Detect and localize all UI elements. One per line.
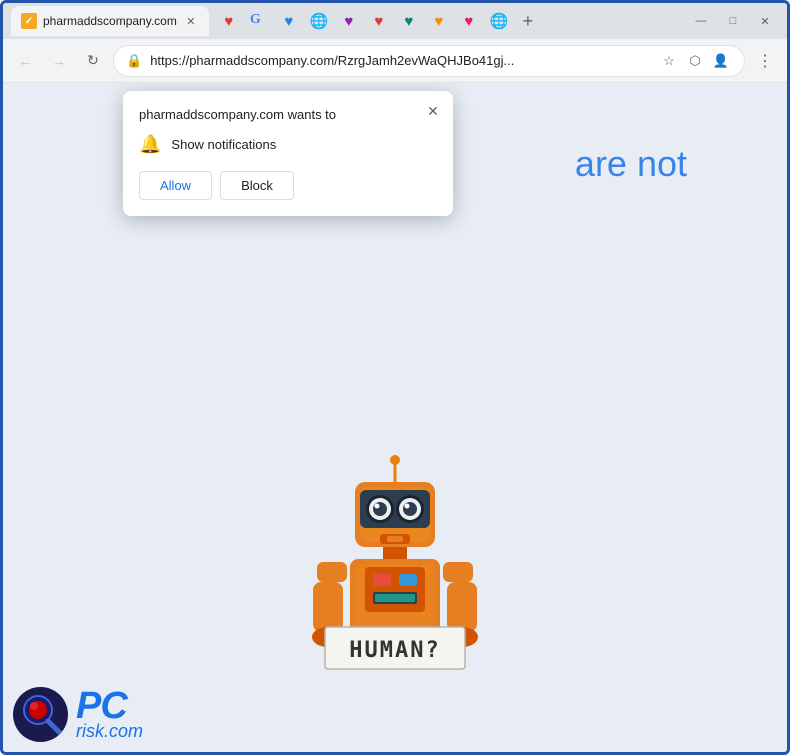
notification-label: Show notifications bbox=[171, 137, 276, 152]
pinned-tab-heart6[interactable]: ♥ bbox=[425, 7, 453, 35]
browser-window: pharmaddscompany.com ✕ ♥ G ♥ 🌐 ♥ ♥ ♥ ♥ ♥… bbox=[0, 0, 790, 755]
tab-bar: pharmaddscompany.com ✕ ♥ G ♥ 🌐 ♥ ♥ ♥ ♥ ♥… bbox=[11, 6, 675, 36]
toolbar-icons: ⋮ bbox=[751, 47, 779, 75]
page-visible-text: are not bbox=[575, 143, 687, 185]
close-button[interactable]: ✕ bbox=[751, 11, 779, 31]
pinned-tab-globe2[interactable]: 🌐 bbox=[485, 7, 513, 35]
tab-close-button[interactable]: ✕ bbox=[183, 13, 199, 29]
popup-buttons: Allow Block bbox=[139, 171, 437, 200]
tab-favicon bbox=[21, 13, 37, 29]
bookmark-icon[interactable]: ☆ bbox=[658, 50, 680, 72]
title-bar: pharmaddscompany.com ✕ ♥ G ♥ 🌐 ♥ ♥ ♥ ♥ ♥… bbox=[3, 3, 787, 39]
pinned-tab-heart3[interactable]: ♥ bbox=[335, 7, 363, 35]
allow-button[interactable]: Allow bbox=[139, 171, 212, 200]
back-button[interactable]: ← bbox=[11, 47, 39, 75]
pinned-tab-globe1[interactable]: 🌐 bbox=[305, 7, 333, 35]
pcrisk-brand-text: PC bbox=[76, 687, 127, 725]
forward-button[interactable]: → bbox=[45, 47, 73, 75]
window-controls: — □ ✕ bbox=[687, 11, 779, 31]
cast-icon[interactable]: ⬡ bbox=[684, 50, 706, 72]
popup-close-button[interactable]: ✕ bbox=[423, 101, 443, 121]
pcrisk-subtext: risk.com bbox=[76, 721, 143, 742]
bell-icon: 🔔 bbox=[139, 134, 161, 155]
tab-label: pharmaddscompany.com bbox=[43, 14, 177, 28]
pinned-tab-heart7[interactable]: ♥ bbox=[455, 7, 483, 35]
pinned-tab-heart1[interactable]: ♥ bbox=[215, 7, 243, 35]
address-bar[interactable]: 🔒 https://pharmaddscompany.com/RzrgJamh2… bbox=[113, 45, 745, 77]
block-button[interactable]: Block bbox=[220, 171, 294, 200]
address-icons: ☆ ⬡ 👤 bbox=[658, 50, 732, 72]
pcrisk-text-group: PC risk.com bbox=[76, 687, 143, 742]
robot-illustration: HUMAN? bbox=[295, 452, 495, 672]
page-content: ✕ pharmaddscompany.com wants to 🔔 Show n… bbox=[3, 83, 787, 752]
robot-svg: HUMAN? bbox=[295, 452, 495, 672]
new-tab-button[interactable]: + bbox=[515, 8, 541, 34]
popup-title: pharmaddscompany.com wants to bbox=[139, 107, 437, 122]
maximize-button[interactable]: □ bbox=[719, 11, 747, 31]
pcrisk-icon bbox=[13, 687, 68, 742]
active-tab[interactable]: pharmaddscompany.com ✕ bbox=[11, 6, 209, 36]
svg-text:HUMAN?: HUMAN? bbox=[349, 638, 440, 663]
url-text: https://pharmaddscompany.com/RzrgJamh2ev… bbox=[150, 53, 650, 68]
extensions-icon[interactable]: ⋮ bbox=[751, 47, 779, 75]
minimize-button[interactable]: — bbox=[687, 11, 715, 31]
permission-popup: ✕ pharmaddscompany.com wants to 🔔 Show n… bbox=[123, 91, 453, 216]
lock-icon: 🔒 bbox=[126, 53, 142, 69]
pcrisk-logo: PC risk.com bbox=[13, 687, 143, 742]
reload-button[interactable]: ↻ bbox=[79, 47, 107, 75]
pinned-tabs: ♥ G ♥ 🌐 ♥ ♥ ♥ ♥ ♥ 🌐 bbox=[215, 7, 513, 35]
pinned-tab-heart5[interactable]: ♥ bbox=[395, 7, 423, 35]
popup-notification-row: 🔔 Show notifications bbox=[139, 134, 437, 155]
profile-icon[interactable]: 👤 bbox=[710, 50, 732, 72]
nav-bar: ← → ↻ 🔒 https://pharmaddscompany.com/Rzr… bbox=[3, 39, 787, 83]
pinned-tab-heart2[interactable]: ♥ bbox=[275, 7, 303, 35]
pinned-tab-google[interactable]: G bbox=[245, 7, 273, 35]
pinned-tab-heart4[interactable]: ♥ bbox=[365, 7, 393, 35]
